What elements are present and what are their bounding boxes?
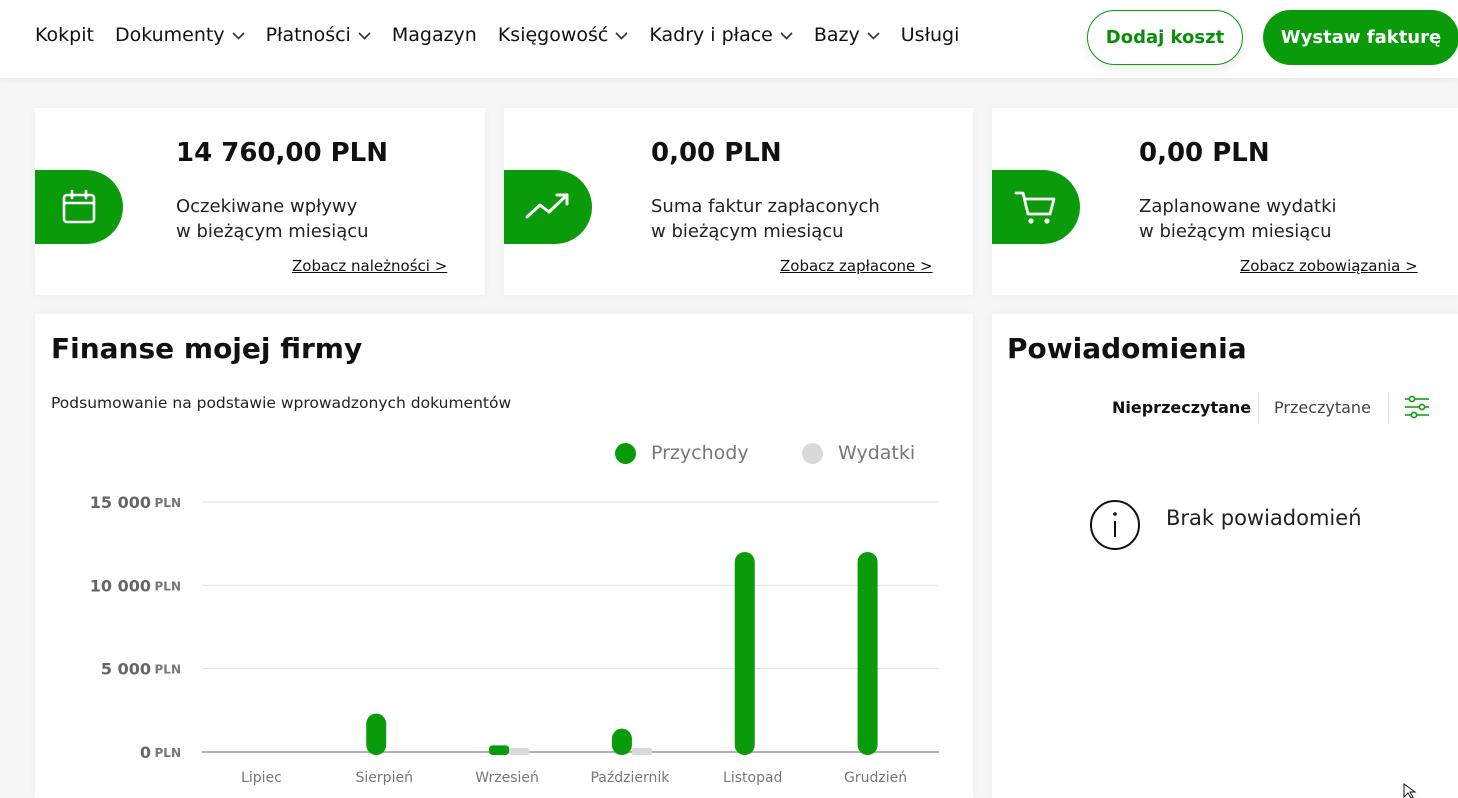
nav-item-uslugi[interactable]: Usługi (901, 24, 960, 46)
issue-invoice-button[interactable]: Wystaw fakturę (1263, 10, 1458, 65)
filter-settings-icon[interactable] (1404, 394, 1430, 420)
stat-card-planned-expenses: 0,00 PLN Zaplanowane wydatki w bieżącym … (992, 108, 1458, 295)
stat-description-line: w bieżącym miesiącu (176, 221, 369, 242)
trend-up-icon (525, 193, 569, 219)
notifications-panel: Powiadomienia Nieprzeczytane Przeczytane… (992, 314, 1458, 798)
x-tick-label: Listopad (723, 770, 782, 786)
y-tick-label: 5 000 (101, 660, 151, 679)
stat-amount: 0,00 PLN (651, 138, 782, 168)
x-tick-label: Grudzień (844, 770, 907, 786)
x-tick-label: Sierpień (356, 770, 413, 786)
y-tick-unit: PLN (155, 496, 181, 510)
nav-item-kadry[interactable]: Kadry i płace (649, 24, 793, 46)
mouse-cursor-icon (1403, 783, 1417, 798)
nav-item-magazyn[interactable]: Magazyn (392, 24, 477, 46)
stat-description: Oczekiwane wpływy w bieżącym miesiącu (176, 194, 369, 244)
bar-income (734, 552, 755, 755)
tab-read[interactable]: Przeczytane (1274, 398, 1371, 417)
y-tick-unit: PLN (155, 663, 181, 677)
chevron-down-icon (780, 31, 793, 40)
notifications-title: Powiadomienia (1007, 332, 1247, 365)
chevron-down-icon (232, 31, 245, 40)
bar-income (857, 552, 878, 755)
chevron-down-icon (358, 31, 371, 40)
bar-income (366, 713, 387, 755)
nav-label: Bazy (813, 24, 860, 46)
see-paid-link[interactable]: Zobacz zapłacone > (780, 257, 933, 275)
nav-item-bazy[interactable]: Bazy (814, 24, 880, 46)
stat-description: Zaplanowane wydatki w bieżącym miesiącu (1139, 194, 1337, 244)
y-tick-unit: PLN (155, 746, 181, 760)
stat-description: Suma faktur zapłaconych w bieżącym miesi… (651, 194, 880, 244)
stat-card-receivables: 14 760,00 PLN Oczekiwane wpływy w bieżąc… (35, 108, 485, 295)
bar-expense (509, 748, 530, 755)
nav-item-kokpit[interactable]: Kokpit (35, 24, 94, 46)
stat-description-line: w bieżącym miesiącu (1139, 221, 1332, 242)
stat-description-line: Oczekiwane wpływy (176, 196, 358, 217)
nav-label: Magazyn (391, 24, 477, 46)
y-tick-label: 15 000 (90, 493, 151, 512)
nav-label: Księgowość (497, 24, 609, 46)
calendar-icon (62, 189, 96, 224)
stat-card-paid: 0,00 PLN Suma faktur zapłaconych w bieżą… (504, 108, 973, 295)
finance-panel: Finanse mojej firmy Podsumowanie na pods… (35, 314, 973, 798)
main-menu: Kokpit Dokumenty Płatności Magazyn Księg… (35, 24, 959, 46)
top-navigation-bar: Kokpit Dokumenty Płatności Magazyn Księg… (0, 0, 1458, 78)
y-tick-unit: PLN (155, 579, 181, 593)
stat-description-line: Zaplanowane wydatki (1139, 196, 1337, 217)
nav-label: Kokpit (35, 24, 94, 46)
bar-expense (631, 748, 652, 755)
nav-label: Płatności (265, 24, 351, 46)
finance-bar-chart: 0 PLN 5 000 PLN 10 000 PLN 15 000 PLN Lipiec… (90, 493, 939, 786)
x-tick-label: Wrzesień (475, 770, 539, 786)
stat-description-line: w bieżącym miesiącu (651, 221, 844, 242)
cart-icon (1014, 191, 1056, 224)
tab-divider (1388, 392, 1389, 424)
see-liabilities-link[interactable]: Zobacz zobowiązania > (1240, 257, 1418, 275)
nav-item-dokumenty[interactable]: Dokumenty (115, 24, 245, 46)
stat-amount: 14 760,00 PLN (176, 138, 388, 168)
nav-label: Dokumenty (114, 24, 225, 46)
see-receivables-link[interactable]: Zobacz należności > (292, 257, 447, 275)
y-tick-label: 10 000 (90, 576, 151, 595)
stat-badge (992, 170, 1080, 244)
x-tick-label: Lipiec (241, 770, 282, 786)
stat-amount: 0,00 PLN (1139, 138, 1270, 168)
chevron-down-icon (615, 31, 628, 40)
bar-income (611, 728, 632, 755)
stat-badge (35, 170, 123, 244)
stat-badge (504, 170, 592, 244)
nav-label: Usługi (900, 24, 960, 46)
nav-label: Kadry i płace (649, 24, 773, 46)
add-cost-button[interactable]: Dodaj koszt (1087, 10, 1243, 65)
x-tick-label: Październik (590, 770, 670, 786)
tab-divider (1258, 392, 1259, 424)
chevron-down-icon (867, 31, 880, 40)
nav-item-ksiegowosc[interactable]: Księgowość (498, 24, 629, 46)
nav-item-platnosci[interactable]: Płatności (266, 24, 371, 46)
empty-notifications-text: Brak powiadomień (1166, 506, 1362, 530)
stat-description-line: Suma faktur zapłaconych (651, 196, 880, 217)
tab-unread[interactable]: Nieprzeczytane (1112, 398, 1251, 417)
bar-income (489, 745, 510, 755)
info-icon (1090, 500, 1140, 550)
y-tick-label: 0 (140, 743, 151, 762)
